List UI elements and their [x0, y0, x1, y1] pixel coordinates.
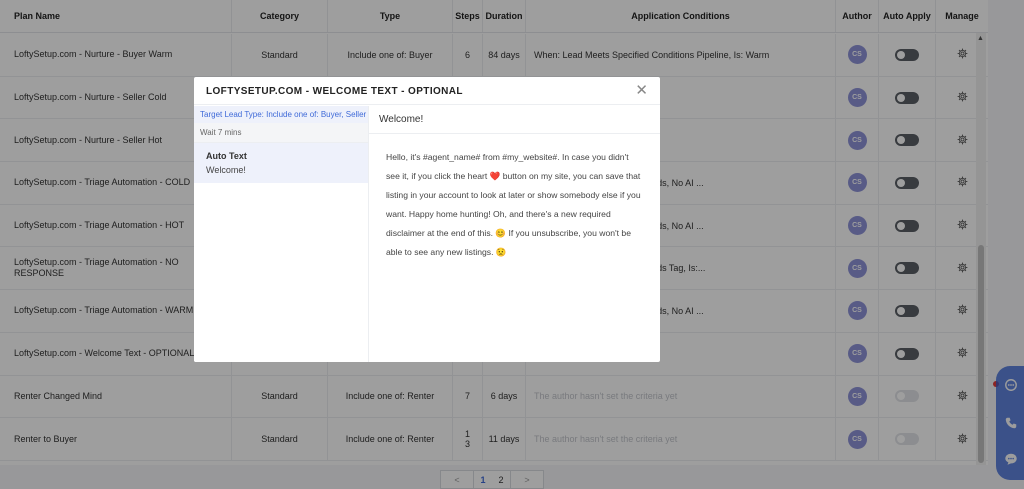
close-icon[interactable]: ✕ [635, 83, 648, 98]
modal-header: LOFTYSETUP.COM - WELCOME TEXT - OPTIONAL… [194, 77, 660, 105]
message-panel: Welcome! Hello, it's #agent_name# from #… [369, 106, 660, 362]
step-item-auto-text[interactable]: Auto Text Welcome! [194, 143, 368, 183]
steps-panel: Target Lead Type: Include one of: Buyer,… [194, 106, 369, 362]
target-lead-type: Target Lead Type: Include one of: Buyer,… [194, 106, 368, 123]
step-title: Auto Text [206, 151, 247, 161]
message-body: Hello, it's #agent_name# from #my_websit… [386, 152, 641, 257]
wait-label: Wait 7 mins [194, 123, 368, 143]
step-preview: Welcome! [206, 165, 246, 175]
plan-preview-modal: LOFTYSETUP.COM - WELCOME TEXT - OPTIONAL… [194, 77, 660, 362]
modal-title: LOFTYSETUP.COM - WELCOME TEXT - OPTIONAL [206, 86, 463, 97]
message-subject: Welcome! [369, 106, 660, 134]
modal-body: Target Lead Type: Include one of: Buyer,… [194, 106, 660, 362]
